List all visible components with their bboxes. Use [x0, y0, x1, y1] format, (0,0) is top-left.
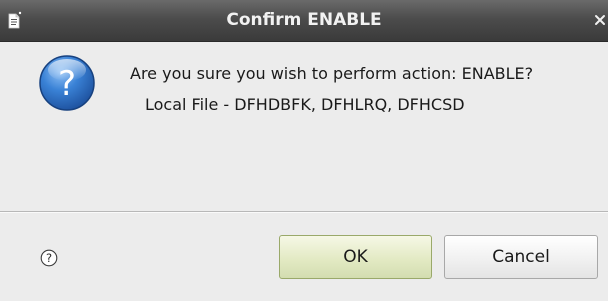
- title-bar[interactable]: Confirm ENABLE: [0, 0, 608, 42]
- separator: [0, 211, 608, 213]
- close-icon[interactable]: [594, 12, 606, 28]
- cancel-button[interactable]: Cancel: [444, 235, 598, 279]
- ok-button[interactable]: OK: [279, 235, 432, 279]
- svg-text:?: ?: [46, 251, 52, 265]
- question-icon: ?: [39, 55, 95, 111]
- confirm-message: Are you sure you wish to perform action:…: [130, 64, 534, 83]
- confirm-dialog: Confirm ENABLE ? Are you sure you wish t…: [0, 0, 608, 301]
- confirm-detail: Local File - DFHDBFK, DFHLRQ, DFHCSD: [145, 95, 465, 114]
- svg-text:?: ?: [58, 64, 76, 104]
- window-title: Confirm ENABLE: [226, 10, 382, 30]
- help-icon[interactable]: ?: [40, 249, 58, 267]
